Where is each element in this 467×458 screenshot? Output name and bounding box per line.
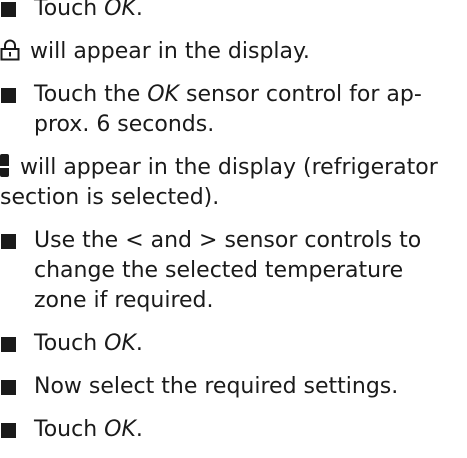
- step-text: Use the: [34, 228, 126, 253]
- ok-label: OK: [104, 331, 136, 356]
- result-text: will appear in the display.: [23, 39, 310, 64]
- square-bullet-icon: [1, 234, 16, 249]
- square-bullet-icon: [1, 2, 16, 17]
- lock-icon: [0, 39, 20, 61]
- refrigerator-icon: [0, 154, 9, 177]
- step-text: Now select the required settings.: [34, 374, 399, 399]
- step-text-line3: zone if required.: [34, 288, 214, 313]
- step-text-suffix: .: [135, 331, 143, 356]
- step-text-rest: sensor control for ap-: [178, 82, 422, 107]
- step-touch-ok-1: Touch OK.: [0, 0, 467, 24]
- square-bullet-icon: [1, 88, 16, 103]
- step-touch-ok-2: Touch OK.: [0, 329, 467, 359]
- result-text: will appear in the display (refrigerator: [13, 155, 438, 180]
- result-fridge-display: will appear in the display (refrigerator…: [0, 153, 467, 213]
- square-bullet-icon: [1, 337, 16, 352]
- ok-label: OK: [147, 82, 179, 107]
- and-text: and: [143, 228, 200, 253]
- square-bullet-icon: [1, 380, 16, 395]
- step-change-zone: Use the < and > sensor controls to chang…: [0, 226, 467, 316]
- step-text: Touch: [34, 417, 105, 442]
- less-than-icon: <: [125, 228, 144, 253]
- step-select-settings: Now select the required settings.: [0, 372, 467, 402]
- ok-label: OK: [104, 0, 136, 21]
- result-text-line2: section is selected).: [0, 185, 220, 210]
- greater-than-icon: >: [199, 228, 218, 253]
- step-text-suffix: .: [135, 417, 143, 442]
- step-text-line2: prox. 6 seconds.: [34, 112, 215, 137]
- step-touch-ok-3: Touch OK.: [0, 415, 467, 445]
- square-bullet-icon: [1, 423, 16, 438]
- step-text-end: sensor controls to: [217, 228, 422, 253]
- step-text-line2: change the selected temperature: [34, 258, 404, 283]
- step-touch-ok-6s: Touch the OK sensor control for ap- prox…: [0, 80, 467, 140]
- step-text: Touch the: [34, 82, 148, 107]
- step-text-suffix: .: [135, 0, 143, 21]
- step-text: Touch: [34, 0, 105, 21]
- result-lock-display: will appear in the display.: [0, 37, 467, 67]
- instruction-document: Touch OK. will appear in the display. To…: [0, 0, 467, 458]
- step-text: Touch: [34, 331, 105, 356]
- ok-label: OK: [104, 417, 136, 442]
